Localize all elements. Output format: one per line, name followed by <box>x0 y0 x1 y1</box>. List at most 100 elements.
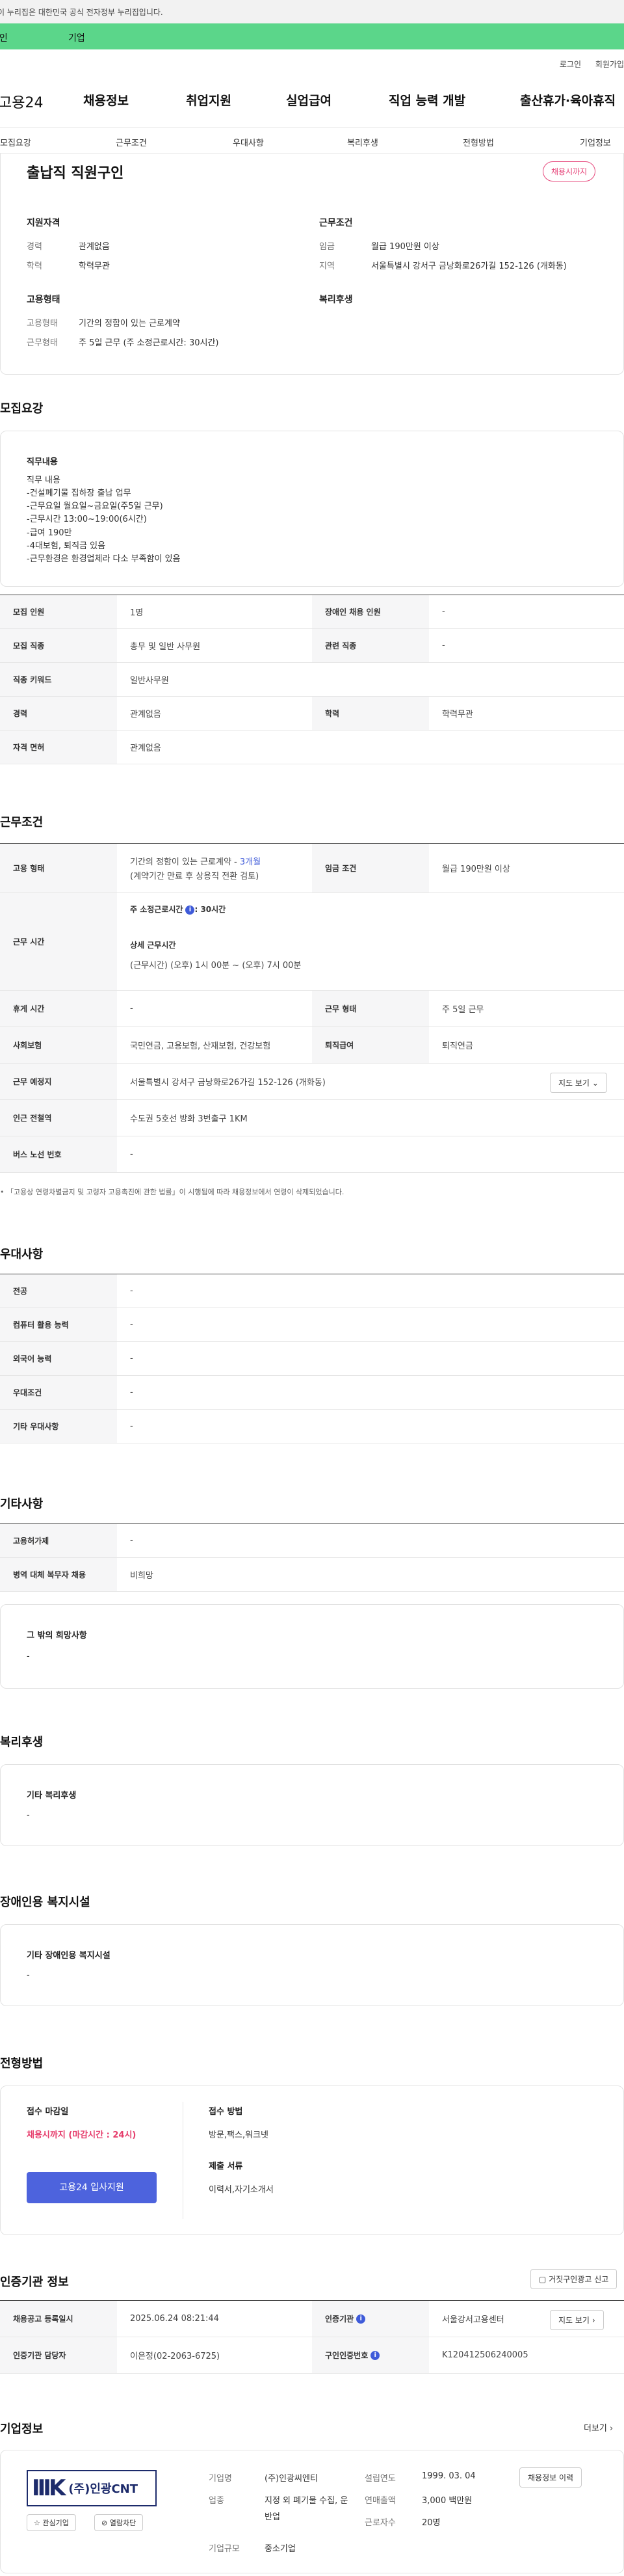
company-more-link[interactable]: 더보기 › <box>584 2421 613 2434</box>
company-logo-text: (주)인광CNT <box>68 2482 138 2496</box>
detail-hours-label: 상세 근무시간 <box>130 941 176 950</box>
tab-company[interactable]: 기업 <box>68 31 85 44</box>
interest-company-button[interactable]: ☆ 관심기업 <box>27 2514 76 2531</box>
report-fake-ad-button[interactable]: ▢ 거짓구인광고 신고 <box>530 2269 618 2289</box>
row-value: 서울강서고용센터 <box>442 2315 504 2325</box>
block-view-button[interactable]: ⊘ 열람차단 <box>94 2514 144 2531</box>
subnav-welfare[interactable]: 복리후생 <box>347 136 378 148</box>
job-history-button[interactable]: 채용정보 이력 <box>519 2467 582 2488</box>
welfare-box-value: - <box>27 1810 30 1820</box>
row-label: 학력 <box>312 697 429 730</box>
row-label: 근무 형태 <box>312 991 429 1026</box>
site-logo[interactable]: 고용24 <box>0 91 43 112</box>
subnav-recruit[interactable]: 모집요강 <box>0 136 31 148</box>
summary-card: 출납직 직원구인 채용시까지 지원자격 경력 관계없음 학력 학력무관 근무조건… <box>0 154 624 375</box>
subnav-company[interactable]: 기업정보 <box>580 136 611 148</box>
row-label: 장애인 채용 인원 <box>312 595 429 628</box>
contract-period: 3개월 <box>239 857 261 867</box>
duty-heading: 직무내용 <box>27 457 58 467</box>
info-icon[interactable]: i <box>356 2314 366 2324</box>
company-size-label: 기업규모 <box>209 2544 240 2554</box>
company-size-value: 중소기업 <box>265 2544 296 2554</box>
row-label: 인증기관 i <box>312 2301 429 2337</box>
row-value: - <box>130 1149 133 1159</box>
info-icon[interactable]: i <box>370 2350 380 2360</box>
info-icon[interactable]: i <box>185 905 195 915</box>
report-icon: ▢ <box>539 2275 547 2284</box>
table-row: 자격 면허 관계없음 <box>0 731 624 764</box>
row-label: 경력 <box>0 697 117 730</box>
row-value: - <box>130 1536 133 1546</box>
table-row: 인근 전철역 수도권 5호선 방화 3번출구 1KM <box>0 1100 624 1136</box>
subnav-selection[interactable]: 전형방법 <box>463 136 494 148</box>
table-row: 병역 대체 복무자 채용 비희망 <box>0 1558 624 1592</box>
selection-card: 접수 마감일 채용시까지 (마감시간 : 24시) 고용24 입사지원 접수 방… <box>0 2086 624 2235</box>
table-row: 경력 관계없음 학력 학력무관 <box>0 697 624 731</box>
row-label: 구인인증번호 i <box>312 2337 429 2373</box>
row-label: 기타 우대사항 <box>0 1410 117 1443</box>
row-value: 관계없음 <box>130 744 161 753</box>
gnb-item-training[interactable]: 직업 능력 개발 <box>389 91 465 109</box>
region-label: 지역 <box>319 262 335 271</box>
agency-table: 채용공고 등록일시 2025.06.24 08:21:44 인증기관 i 서울강서… <box>0 2300 624 2374</box>
row-value: - <box>442 607 445 617</box>
row-value: K120412506240005 <box>442 2350 528 2360</box>
emp-type-label: 고용형태 <box>27 319 58 329</box>
other-wish-heading: 그 밖의 희망사항 <box>27 1631 87 1641</box>
gov-banner: 이 누리집은 대한민국 공식 전자정부 누리집입니다. <box>0 0 624 23</box>
work-type-label: 근무형태 <box>27 338 58 348</box>
row-label: 병역 대체 복무자 채용 <box>0 1558 117 1591</box>
section-nav: 모집요강 근무조건 우대사항 복리후생 전형방법 기업정보 <box>0 127 624 154</box>
row-label: 버스 노선 번호 <box>0 1136 117 1172</box>
disability-card: 기타 장애인용 복지시설 - <box>0 1924 624 2006</box>
recruit-table: 모집 인원 1명 장애인 채용 인원 - 모집 직종 총무 및 일반 사무원 관… <box>0 595 624 764</box>
career-value: 관계없음 <box>79 242 110 252</box>
login-link[interactable]: 로그인 <box>560 60 581 69</box>
other-wish-card: 그 밖의 희망사항 - <box>0 1604 624 1689</box>
docs-heading: 제출 서류 <box>209 2162 243 2171</box>
subnav-conditions[interactable]: 근무조건 <box>116 136 147 148</box>
global-nav: 고용24 채용정보 취업지원 실업급여 직업 능력 개발 출산휴가·육아휴직 <box>0 91 624 117</box>
table-row: 사회보험 국민연금, 고용보험, 산재보험, 건강보험 퇴직급여 퇴직연금 <box>0 1027 624 1064</box>
gnb-item-jobs[interactable]: 채용정보 <box>83 91 129 109</box>
subnav-preference[interactable]: 우대사항 <box>233 136 264 148</box>
work-type-value: 주 5일 근무 (주 소정근로시간: 30시간) <box>79 338 219 348</box>
conditions-heading: 근무조건 <box>0 816 44 829</box>
employment-heading: 고용형태 <box>27 295 60 305</box>
table-row: 근무 시간 주 소정근로시간 i: 30시간 상세 근무시간 (근무시간) (오후… <box>0 893 624 991</box>
table-row: 버스 노선 번호 - <box>0 1136 624 1173</box>
gnb-item-unemployment[interactable]: 실업급여 <box>286 91 332 109</box>
row-label: 근무 시간 <box>0 893 117 990</box>
company-name-value: (주)인광씨엔티 <box>265 2474 318 2484</box>
duty-text: 직무 내용 -건설폐기물 집하장 출납 업무 -근무요일 월요일~금요일(주5일… <box>27 476 181 564</box>
row-value: 월급 190만원 이상 <box>442 865 510 874</box>
map-button[interactable]: 지도 보기 ⌄ <box>550 1073 607 1093</box>
star-icon: ☆ <box>34 2519 40 2527</box>
gnb-item-leave[interactable]: 출산휴가·육아휴직 <box>520 91 616 109</box>
row-label: 고용허가제 <box>0 1524 117 1557</box>
agency-map-button[interactable]: 지도 보기 › <box>550 2310 604 2330</box>
disability-heading: 장애인용 복지시설 <box>0 1896 90 1909</box>
tab-personal[interactable]: 개인 <box>0 31 8 44</box>
row-value: 주 5일 근무 <box>442 1005 484 1015</box>
preference-table: 전공 - 컴퓨터 활용 능력 - 외국어 능력 - 우대조건 - 기타 우대사항… <box>0 1274 624 1443</box>
row-value: - <box>130 1320 133 1330</box>
signup-link[interactable]: 회원가입 <box>595 60 624 69</box>
table-row: 우대조건 - <box>0 1376 624 1410</box>
table-row: 고용허가제 - <box>0 1524 624 1558</box>
table-row: 외국어 능력 - <box>0 1342 624 1376</box>
table-row: 근무 예정지 서울특별시 강서구 금낭화로26가길 152-126 (개화동) … <box>0 1064 624 1100</box>
row-value: - <box>130 1421 133 1431</box>
row-value: 학력무관 <box>442 710 473 719</box>
sales-label: 연매출액 <box>365 2496 396 2506</box>
table-row: 인증기관 담당자 이은정(02-2063-6725) 구인인증번호 i K1204… <box>0 2337 624 2374</box>
row-value: 퇴직연금 <box>442 1041 473 1051</box>
weekly-hours-value: : 30시간 <box>194 905 226 914</box>
apply-button[interactable]: 고용24 입사지원 <box>27 2172 157 2203</box>
gnb-item-support[interactable]: 취업지원 <box>186 91 231 109</box>
employees-value: 20명 <box>422 2518 441 2528</box>
other-table: 고용허가제 - 병역 대체 복무자 채용 비희망 <box>0 1523 624 1592</box>
table-row: 직종 키워드 일반사무원 <box>0 663 624 697</box>
row-value: 서울특별시 강서구 금낭화로26가길 152-126 (개화동) <box>130 1078 326 1088</box>
emp-type-value: 기간의 정함이 있는 근로계약 <box>79 319 180 329</box>
